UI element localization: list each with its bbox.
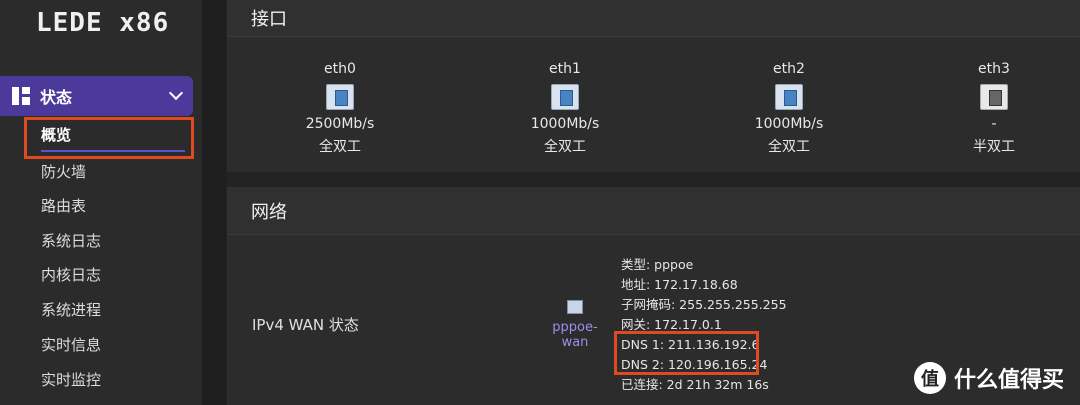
- watermark: 值 什么值得买: [913, 362, 1064, 394]
- port-speed: 1000Mb/s: [754, 116, 824, 132]
- port-duplex: 全双工: [319, 139, 361, 155]
- ethernet-connected-icon: [775, 84, 803, 110]
- wan-address: 地址: 172.17.18.68: [621, 277, 738, 292]
- sidebar: LEDE x86 状态 概览 防火墙 路由表 系统日志 内核日志 系统进程 实时…: [0, 0, 202, 405]
- port-duplex: 全双工: [544, 139, 586, 155]
- sidebar-gutter: [202, 0, 226, 405]
- port-name: eth0: [324, 61, 356, 77]
- port-eth2: eth2 1000Mb/s 全双工: [729, 61, 849, 156]
- wan-status-label: IPv4 WAN 状态: [252, 316, 359, 334]
- sidebar-item-processes[interactable]: 系统进程: [41, 299, 101, 320]
- ethernet-connected-icon: [551, 84, 579, 110]
- wan-type: 类型: pppoe: [621, 257, 694, 272]
- port-duplex: 半双工: [973, 139, 1015, 155]
- ethernet-connected-icon: [326, 84, 354, 110]
- interfaces-card-title: 接口: [227, 0, 1080, 37]
- port-eth3: eth3 - 半双工: [934, 61, 1054, 156]
- network-interface-icon: [567, 300, 583, 314]
- sidebar-item-status-label: 状态: [40, 88, 73, 107]
- port-eth1: eth1 1000Mb/s 全双工: [505, 61, 625, 156]
- watermark-badge: 值: [913, 362, 946, 394]
- dashboard-icon: [12, 87, 30, 105]
- highlight-box-dns: [614, 331, 759, 375]
- port-name: eth1: [549, 61, 581, 77]
- brand-logo: LEDE x86: [36, 8, 170, 38]
- sidebar-item-kernel-log[interactable]: 内核日志: [41, 264, 101, 285]
- network-card-title: 网络: [227, 187, 1080, 235]
- sidebar-item-syslog[interactable]: 系统日志: [41, 230, 101, 251]
- chevron-down-icon[interactable]: [168, 85, 184, 101]
- port-name: eth3: [978, 61, 1010, 77]
- watermark-text: 什么值得买: [953, 368, 1064, 393]
- wan-uptime: 已连接: 2d 21h 32m 16s: [621, 377, 769, 392]
- port-speed: 2500Mb/s: [305, 116, 375, 132]
- port-eth0: eth0 2500Mb/s 全双工: [280, 61, 400, 156]
- wan-interface[interactable]: pppoe-wan: [540, 300, 610, 350]
- port-duplex: 全双工: [768, 139, 810, 155]
- sidebar-item-status[interactable]: 状态: [0, 76, 193, 116]
- sidebar-item-firewall[interactable]: 防火墙: [41, 161, 86, 182]
- sidebar-item-realtime-info[interactable]: 实时信息: [41, 334, 101, 355]
- port-speed: -: [991, 116, 997, 132]
- port-speed: 1000Mb/s: [530, 116, 600, 132]
- wan-netmask: 子网掩码: 255.255.255.255: [621, 297, 787, 312]
- sidebar-item-routes[interactable]: 路由表: [41, 195, 86, 216]
- highlight-box-overview: [24, 117, 194, 159]
- ethernet-disconnected-icon: [980, 84, 1008, 110]
- port-name: eth2: [773, 61, 805, 77]
- wan-interface-name[interactable]: pppoe-wan: [540, 320, 610, 350]
- sidebar-item-realtime-monitor[interactable]: 实时监控: [41, 369, 101, 390]
